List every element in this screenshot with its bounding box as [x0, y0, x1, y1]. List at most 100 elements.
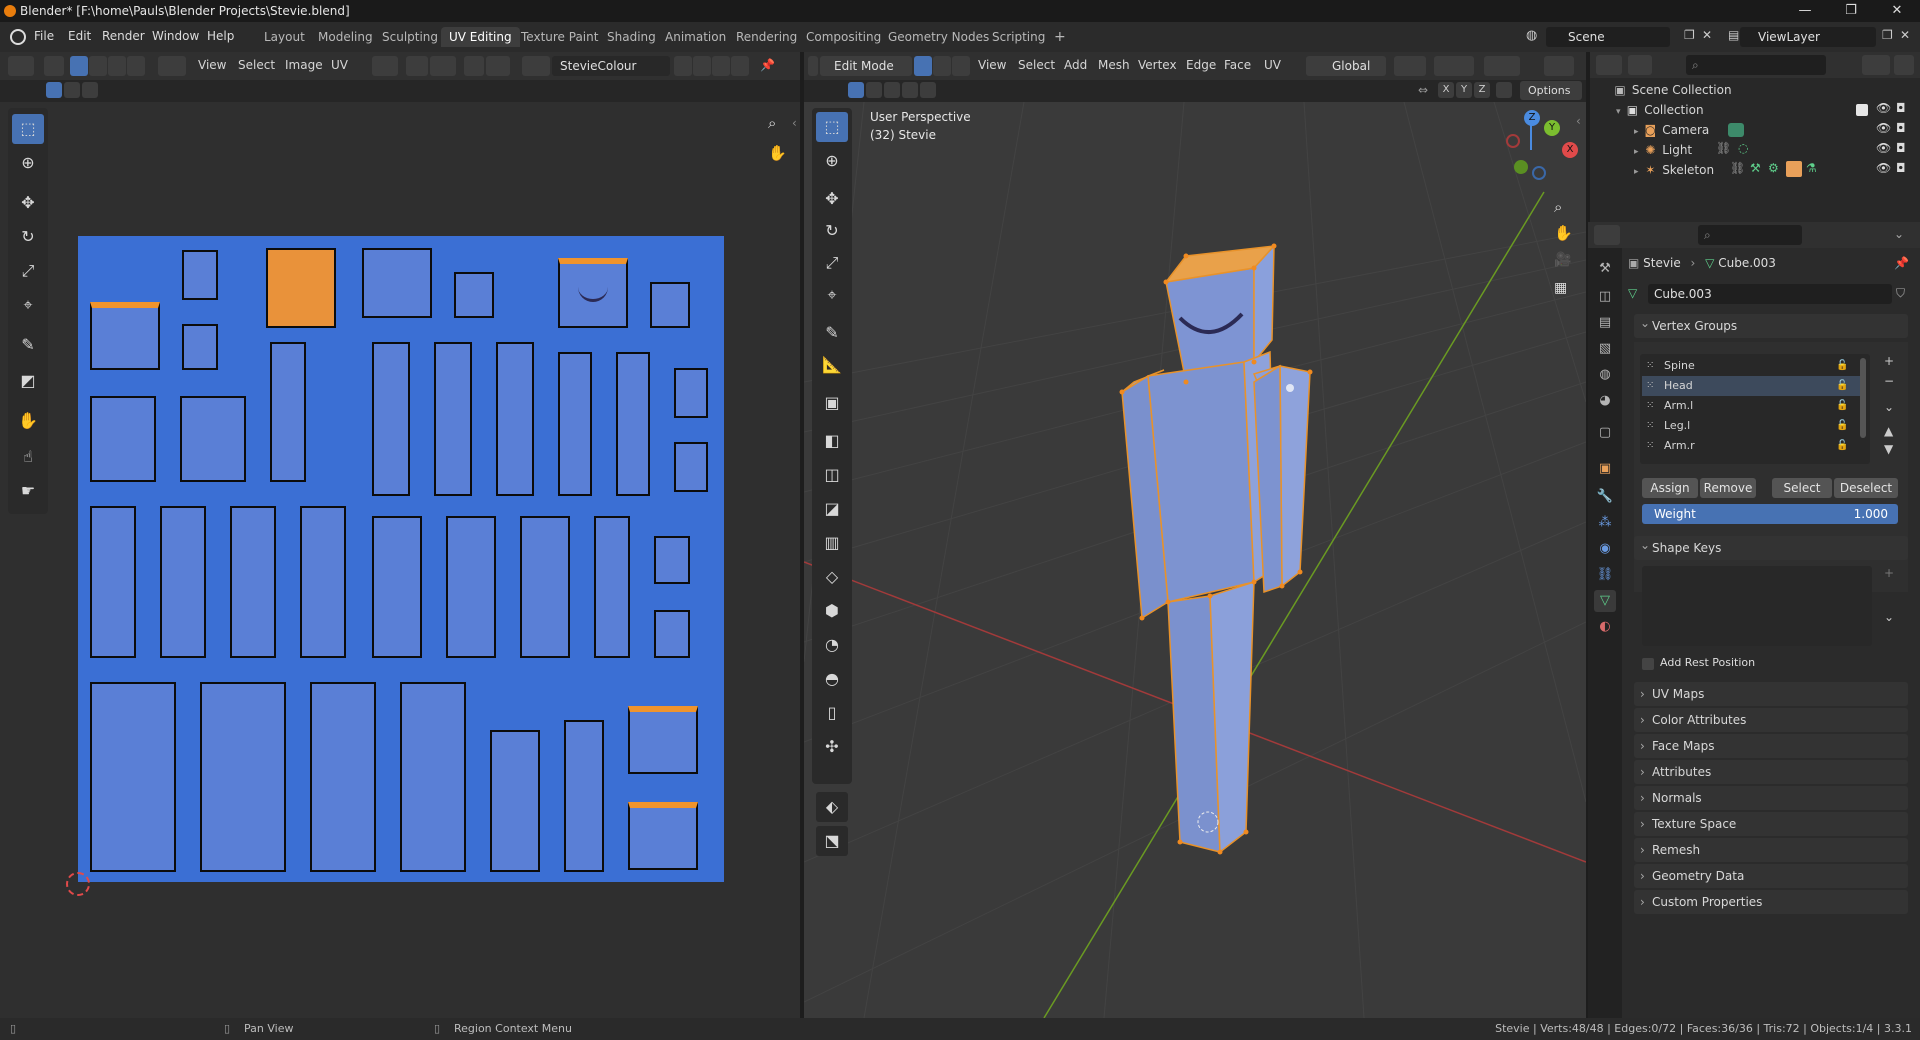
outliner-scene-collection[interactable]: ▣ Scene Collection: [1612, 80, 1731, 100]
face-mode-button[interactable]: [952, 56, 970, 76]
uv-island[interactable]: [310, 682, 376, 872]
vp-menu-vertex[interactable]: Vertex: [1138, 58, 1177, 72]
select-box-tool-icon[interactable]: ⬚: [12, 114, 44, 144]
menu-help[interactable]: Help: [207, 29, 234, 43]
fake-user-icon[interactable]: [674, 56, 692, 76]
delete-scene-icon[interactable]: ✕: [1702, 28, 1712, 42]
knife-tool-icon[interactable]: ◇: [816, 562, 848, 592]
normals-panel[interactable]: Normals: [1634, 786, 1908, 810]
display-mode-dropdown[interactable]: [1628, 55, 1652, 75]
uv-island[interactable]: [446, 516, 496, 658]
menu-edit[interactable]: Edit: [68, 29, 91, 43]
attributes-panel[interactable]: Attributes: [1634, 760, 1908, 784]
editor-type-icon[interactable]: [8, 56, 34, 76]
tool-tab-icon[interactable]: ⚒: [1594, 258, 1616, 280]
weight-slider[interactable]: Weight 1.000: [1642, 504, 1898, 524]
extrude-tool-icon[interactable]: ◧: [816, 426, 848, 456]
skeleton-modifier-icon[interactable]: ⚗: [1806, 161, 1817, 175]
tab-rendering[interactable]: Rendering: [728, 27, 805, 47]
mirror-topology-icon[interactable]: [1496, 82, 1512, 98]
gizmo-neg-z[interactable]: [1532, 166, 1546, 180]
uv-island[interactable]: [490, 730, 540, 872]
menu-window[interactable]: Window: [152, 29, 199, 43]
uv-island[interactable]: [628, 802, 698, 870]
pin-icon[interactable]: 📌: [1894, 256, 1909, 270]
uv-island[interactable]: [230, 506, 276, 658]
pinch-tool-icon[interactable]: ☛: [12, 476, 44, 506]
move-group-down-icon[interactable]: ▼: [1884, 442, 1893, 456]
smooth-tool-icon[interactable]: ◓: [816, 664, 848, 694]
material-tab-icon[interactable]: ◐: [1594, 616, 1616, 638]
custom-properties-panel[interactable]: Custom Properties: [1634, 890, 1908, 914]
uv-island[interactable]: [674, 442, 708, 492]
modifier-tab-icon[interactable]: 🔧: [1594, 486, 1616, 508]
vertex-group-spine[interactable]: Spine: [1642, 356, 1862, 376]
scene-icon[interactable]: ◍: [1526, 28, 1544, 46]
render-tab-icon[interactable]: ◫: [1594, 286, 1616, 308]
cursor-tool-icon[interactable]: ⊕: [12, 148, 44, 178]
cursor-tool-icon[interactable]: ⊕: [816, 146, 848, 176]
outliner-editor-type-icon[interactable]: [1596, 55, 1622, 75]
maximize-button[interactable]: ❐: [1828, 0, 1874, 22]
deselect-button[interactable]: Deselect: [1834, 478, 1898, 498]
uv-island-hair[interactable]: [266, 248, 336, 328]
uv-island[interactable]: [200, 682, 286, 872]
light-data-icon[interactable]: ◌: [1738, 141, 1748, 155]
output-tab-icon[interactable]: ▤: [1594, 312, 1616, 334]
image-name-field[interactable]: StevieColour: [552, 56, 670, 76]
add-cube-tool-icon[interactable]: ▣: [816, 388, 848, 418]
select-mode-new-icon[interactable]: [46, 82, 62, 98]
snap-toggle[interactable]: [406, 56, 428, 76]
mirror-y-toggle[interactable]: Y: [1456, 82, 1472, 98]
edge-select-button[interactable]: [89, 56, 107, 76]
properties-editor-type-icon[interactable]: [1594, 225, 1620, 245]
stevie-mesh[interactable]: [1104, 242, 1344, 882]
uv-island[interactable]: [558, 352, 592, 496]
zoom-icon[interactable]: ⌕: [1554, 198, 1562, 216]
gizmo-neg-x[interactable]: [1506, 134, 1520, 148]
navigation-gizmo[interactable]: Z Y X: [1492, 110, 1582, 190]
move-tool-icon[interactable]: ✥: [816, 184, 848, 214]
snap-target-dropdown[interactable]: [430, 56, 456, 76]
open-image-icon[interactable]: [712, 56, 730, 76]
rip-region-tool-icon[interactable]: ⬔: [816, 826, 848, 856]
uv-island[interactable]: [650, 282, 690, 328]
vp-select-invert-icon[interactable]: [902, 82, 918, 98]
vertex-group-arm-l[interactable]: Arm.l: [1642, 396, 1862, 416]
tab-texture-paint[interactable]: Texture Paint: [513, 27, 606, 47]
add-rest-position-checkbox[interactable]: [1642, 658, 1654, 670]
collection-render-camera-icon[interactable]: ◘: [1896, 101, 1906, 115]
world-tab-icon[interactable]: ◕: [1594, 390, 1616, 412]
uv-island[interactable]: [454, 272, 494, 318]
vp-select-intersect-icon[interactable]: [920, 82, 936, 98]
select-mode-subtract-icon[interactable]: [82, 82, 98, 98]
relax-tool-icon[interactable]: ☝: [12, 442, 44, 472]
outliner-item-skeleton[interactable]: ▸ ✶ Skeleton: [1634, 160, 1714, 180]
face-select-button[interactable]: [108, 56, 126, 76]
vp-menu-select[interactable]: Select: [1018, 58, 1055, 72]
options-dropdown[interactable]: Options: [1520, 81, 1582, 100]
uv-island[interactable]: [180, 396, 246, 482]
constraints-tab-icon[interactable]: ⛓: [1594, 564, 1616, 586]
uv-island[interactable]: [434, 342, 472, 496]
mesh-data-tab-icon[interactable]: ▽: [1594, 590, 1616, 612]
edge-mode-button[interactable]: [933, 56, 951, 76]
uv-island[interactable]: [372, 516, 422, 658]
rotate-tool-icon[interactable]: ↻: [816, 216, 848, 246]
scale-tool-icon[interactable]: ⤢: [816, 248, 848, 278]
skeleton-pose-icon[interactable]: ⚙: [1768, 161, 1779, 175]
view-layer-icon[interactable]: ▤: [1728, 28, 1739, 42]
visibility-dropdown[interactable]: [1544, 56, 1574, 76]
outliner-search-input[interactable]: ⌕: [1686, 55, 1826, 75]
new-scene-icon[interactable]: ❐: [1684, 28, 1695, 42]
select-box-tool-icon[interactable]: ⬚: [816, 112, 848, 142]
vertex-mode-button[interactable]: [914, 56, 932, 76]
lock-icon[interactable]: 🔓: [1836, 380, 1848, 391]
transform-tool-icon[interactable]: ⌖: [816, 280, 848, 310]
mesh-name-field[interactable]: Cube.003: [1648, 284, 1892, 304]
camera-view-icon[interactable]: 🎥: [1554, 252, 1571, 268]
new-collection-button[interactable]: [1894, 55, 1914, 75]
island-select-button[interactable]: [127, 56, 145, 76]
collection-visibility-eye-icon[interactable]: 👁: [1876, 101, 1891, 115]
fake-user-shield-icon[interactable]: ⛉: [1896, 286, 1905, 301]
